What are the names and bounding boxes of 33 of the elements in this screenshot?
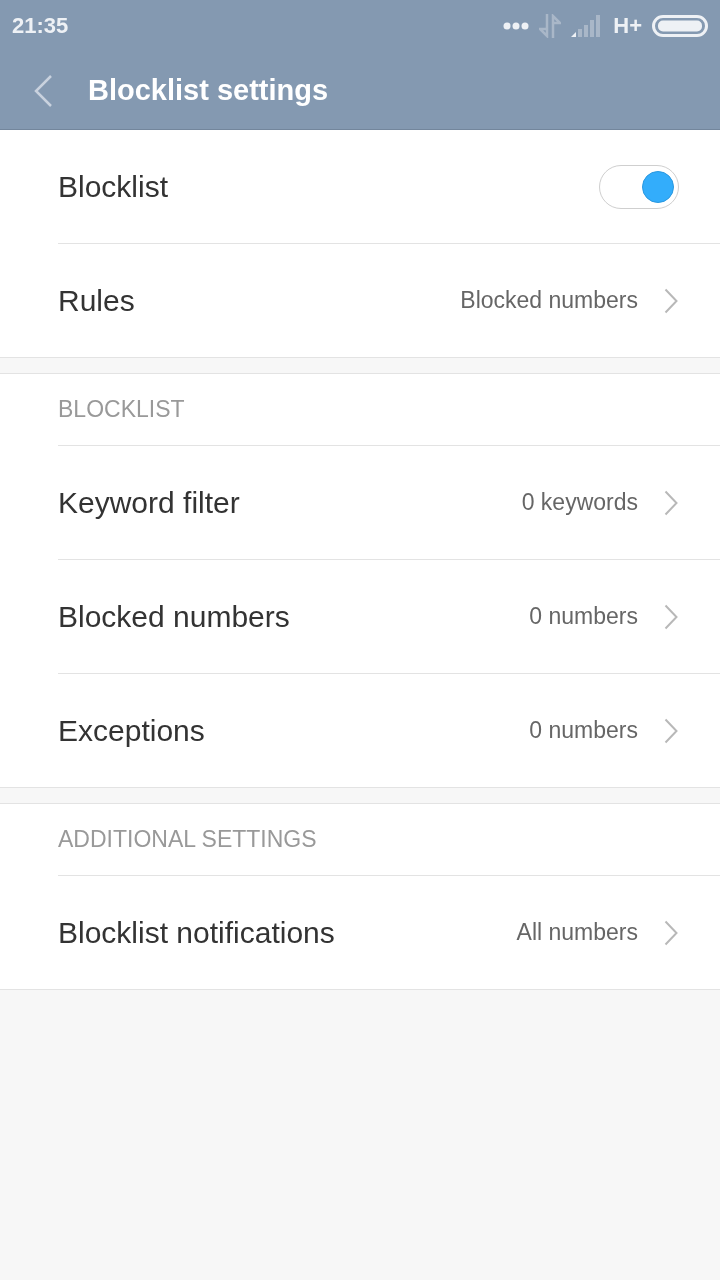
page-title: Blocklist settings [88,74,329,107]
settings-row[interactable]: Blocklist [58,130,720,244]
settings-row[interactable]: Blocklist notifications All numbers [58,876,720,989]
network-type: H+ [613,13,642,39]
status-time: 21:35 [12,13,70,39]
row-label: Blocklist notifications [58,915,336,950]
row-label: Rules [58,283,136,318]
chevron-right-icon [664,717,678,744]
section-header: BLOCKLIST [58,374,720,446]
row-value: All numbers [516,919,638,946]
settings-row[interactable]: Keyword filter 0 keywords [58,446,720,560]
row-value: 0 numbers [529,717,638,744]
settings-row[interactable]: Blocked numbers 0 numbers [58,560,720,674]
row-label: Blocklist [58,169,170,204]
row-value: 0 keywords [521,489,638,516]
chevron-right-icon [664,919,678,946]
back-icon [32,73,54,108]
chevron-right-icon [664,287,678,314]
more-dots-icon [503,22,530,30]
row-label: Keyword filter [58,485,241,520]
row-label: Exceptions [58,713,206,748]
battery-icon [652,15,708,37]
row-label: Blocked numbers [58,599,291,634]
chevron-right-icon [664,603,678,630]
toggle-switch[interactable] [599,164,679,209]
row-value: 0 numbers [529,603,638,630]
settings-row[interactable]: Exceptions 0 numbers [58,674,720,787]
row-value: Blocked numbers [460,287,638,314]
back-button[interactable] [32,73,54,108]
section-header: ADDITIONAL SETTINGS [58,804,720,876]
data-arrows-icon [539,14,562,38]
settings-row[interactable]: Rules Blocked numbers [58,244,720,357]
chevron-right-icon [664,489,678,516]
